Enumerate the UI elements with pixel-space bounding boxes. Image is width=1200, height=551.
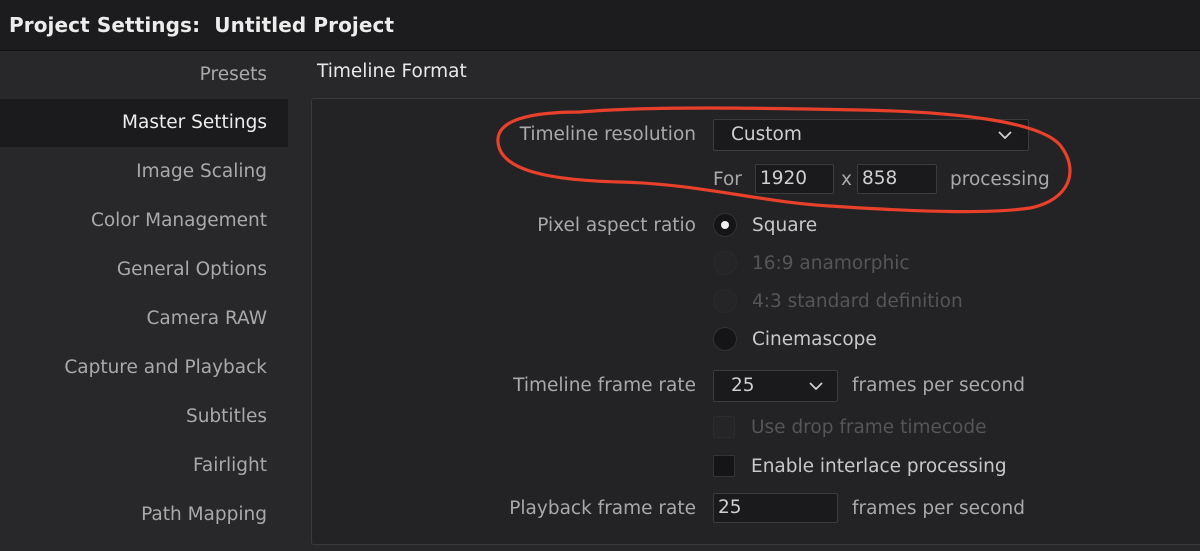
timeline-resolution-label: Timeline resolution xyxy=(519,124,696,145)
timeline-frame-rate-unit: frames per second xyxy=(852,375,1025,396)
timeline-resolution-value: Custom xyxy=(731,124,802,145)
timeline-frame-rate-value: 25 xyxy=(731,375,755,396)
resolution-x-label: x xyxy=(841,169,852,190)
radio-4-3-standard-definition xyxy=(713,289,737,313)
chevron-down-icon xyxy=(809,382,823,391)
sidebar-item-camera-raw[interactable]: Camera RAW xyxy=(0,295,288,343)
sidebar-item-image-scaling[interactable]: Image Scaling xyxy=(0,148,288,196)
drop-frame-label: Use drop frame timecode xyxy=(751,417,987,438)
section-title: Timeline Format xyxy=(317,61,467,82)
for-label: For xyxy=(713,169,742,190)
radio-16-9-anamorphic-label: 16:9 anamorphic xyxy=(752,253,910,274)
playback-frame-rate-unit: frames per second xyxy=(852,498,1025,519)
timeline-frame-rate-label: Timeline frame rate xyxy=(513,375,696,396)
sidebar-item-presets[interactable]: Presets xyxy=(0,51,288,99)
interlace-checkbox[interactable] xyxy=(713,455,735,477)
drop-frame-checkbox xyxy=(713,416,735,438)
window-title: Project Settings: Untitled Project xyxy=(9,13,395,37)
resolution-width-field[interactable]: 1920 xyxy=(755,164,834,194)
sidebar-item-general-options[interactable]: General Options xyxy=(0,246,288,294)
sidebar-item-fairlight[interactable]: Fairlight xyxy=(0,442,288,490)
title-bar: Project Settings: Untitled Project xyxy=(0,0,1200,51)
radio-4-3-standard-definition-label: 4:3 standard definition xyxy=(752,291,963,312)
sidebar-item-path-mapping[interactable]: Path Mapping xyxy=(0,491,288,539)
radio-square-label: Square xyxy=(752,215,818,236)
sidebar-item-capture-and-playback[interactable]: Capture and Playback xyxy=(0,344,288,392)
sidebar-item-color-management[interactable]: Color Management xyxy=(0,197,288,245)
radio-square[interactable] xyxy=(713,213,737,237)
chevron-down-icon xyxy=(998,131,1012,140)
playback-frame-rate-field[interactable]: 25 xyxy=(713,493,838,523)
interlace-label: Enable interlace processing xyxy=(751,456,1007,477)
pixel-aspect-ratio-label: Pixel aspect ratio xyxy=(537,215,696,236)
radio-cinemascope-label: Cinemascope xyxy=(752,329,877,350)
resolution-height-field[interactable]: 858 xyxy=(857,164,937,194)
sidebar-item-subtitles[interactable]: Subtitles xyxy=(0,393,288,441)
settings-sidebar: Presets Master Settings Image Scaling Co… xyxy=(0,51,288,551)
playback-frame-rate-label: Playback frame rate xyxy=(509,498,696,519)
timeline-resolution-dropdown[interactable]: Custom xyxy=(713,119,1029,151)
timeline-frame-rate-dropdown[interactable]: 25 xyxy=(713,370,838,402)
radio-16-9-anamorphic xyxy=(713,251,737,275)
sidebar-item-master-settings[interactable]: Master Settings xyxy=(0,99,288,147)
radio-cinemascope[interactable] xyxy=(713,327,737,351)
processing-label: processing xyxy=(950,169,1050,190)
